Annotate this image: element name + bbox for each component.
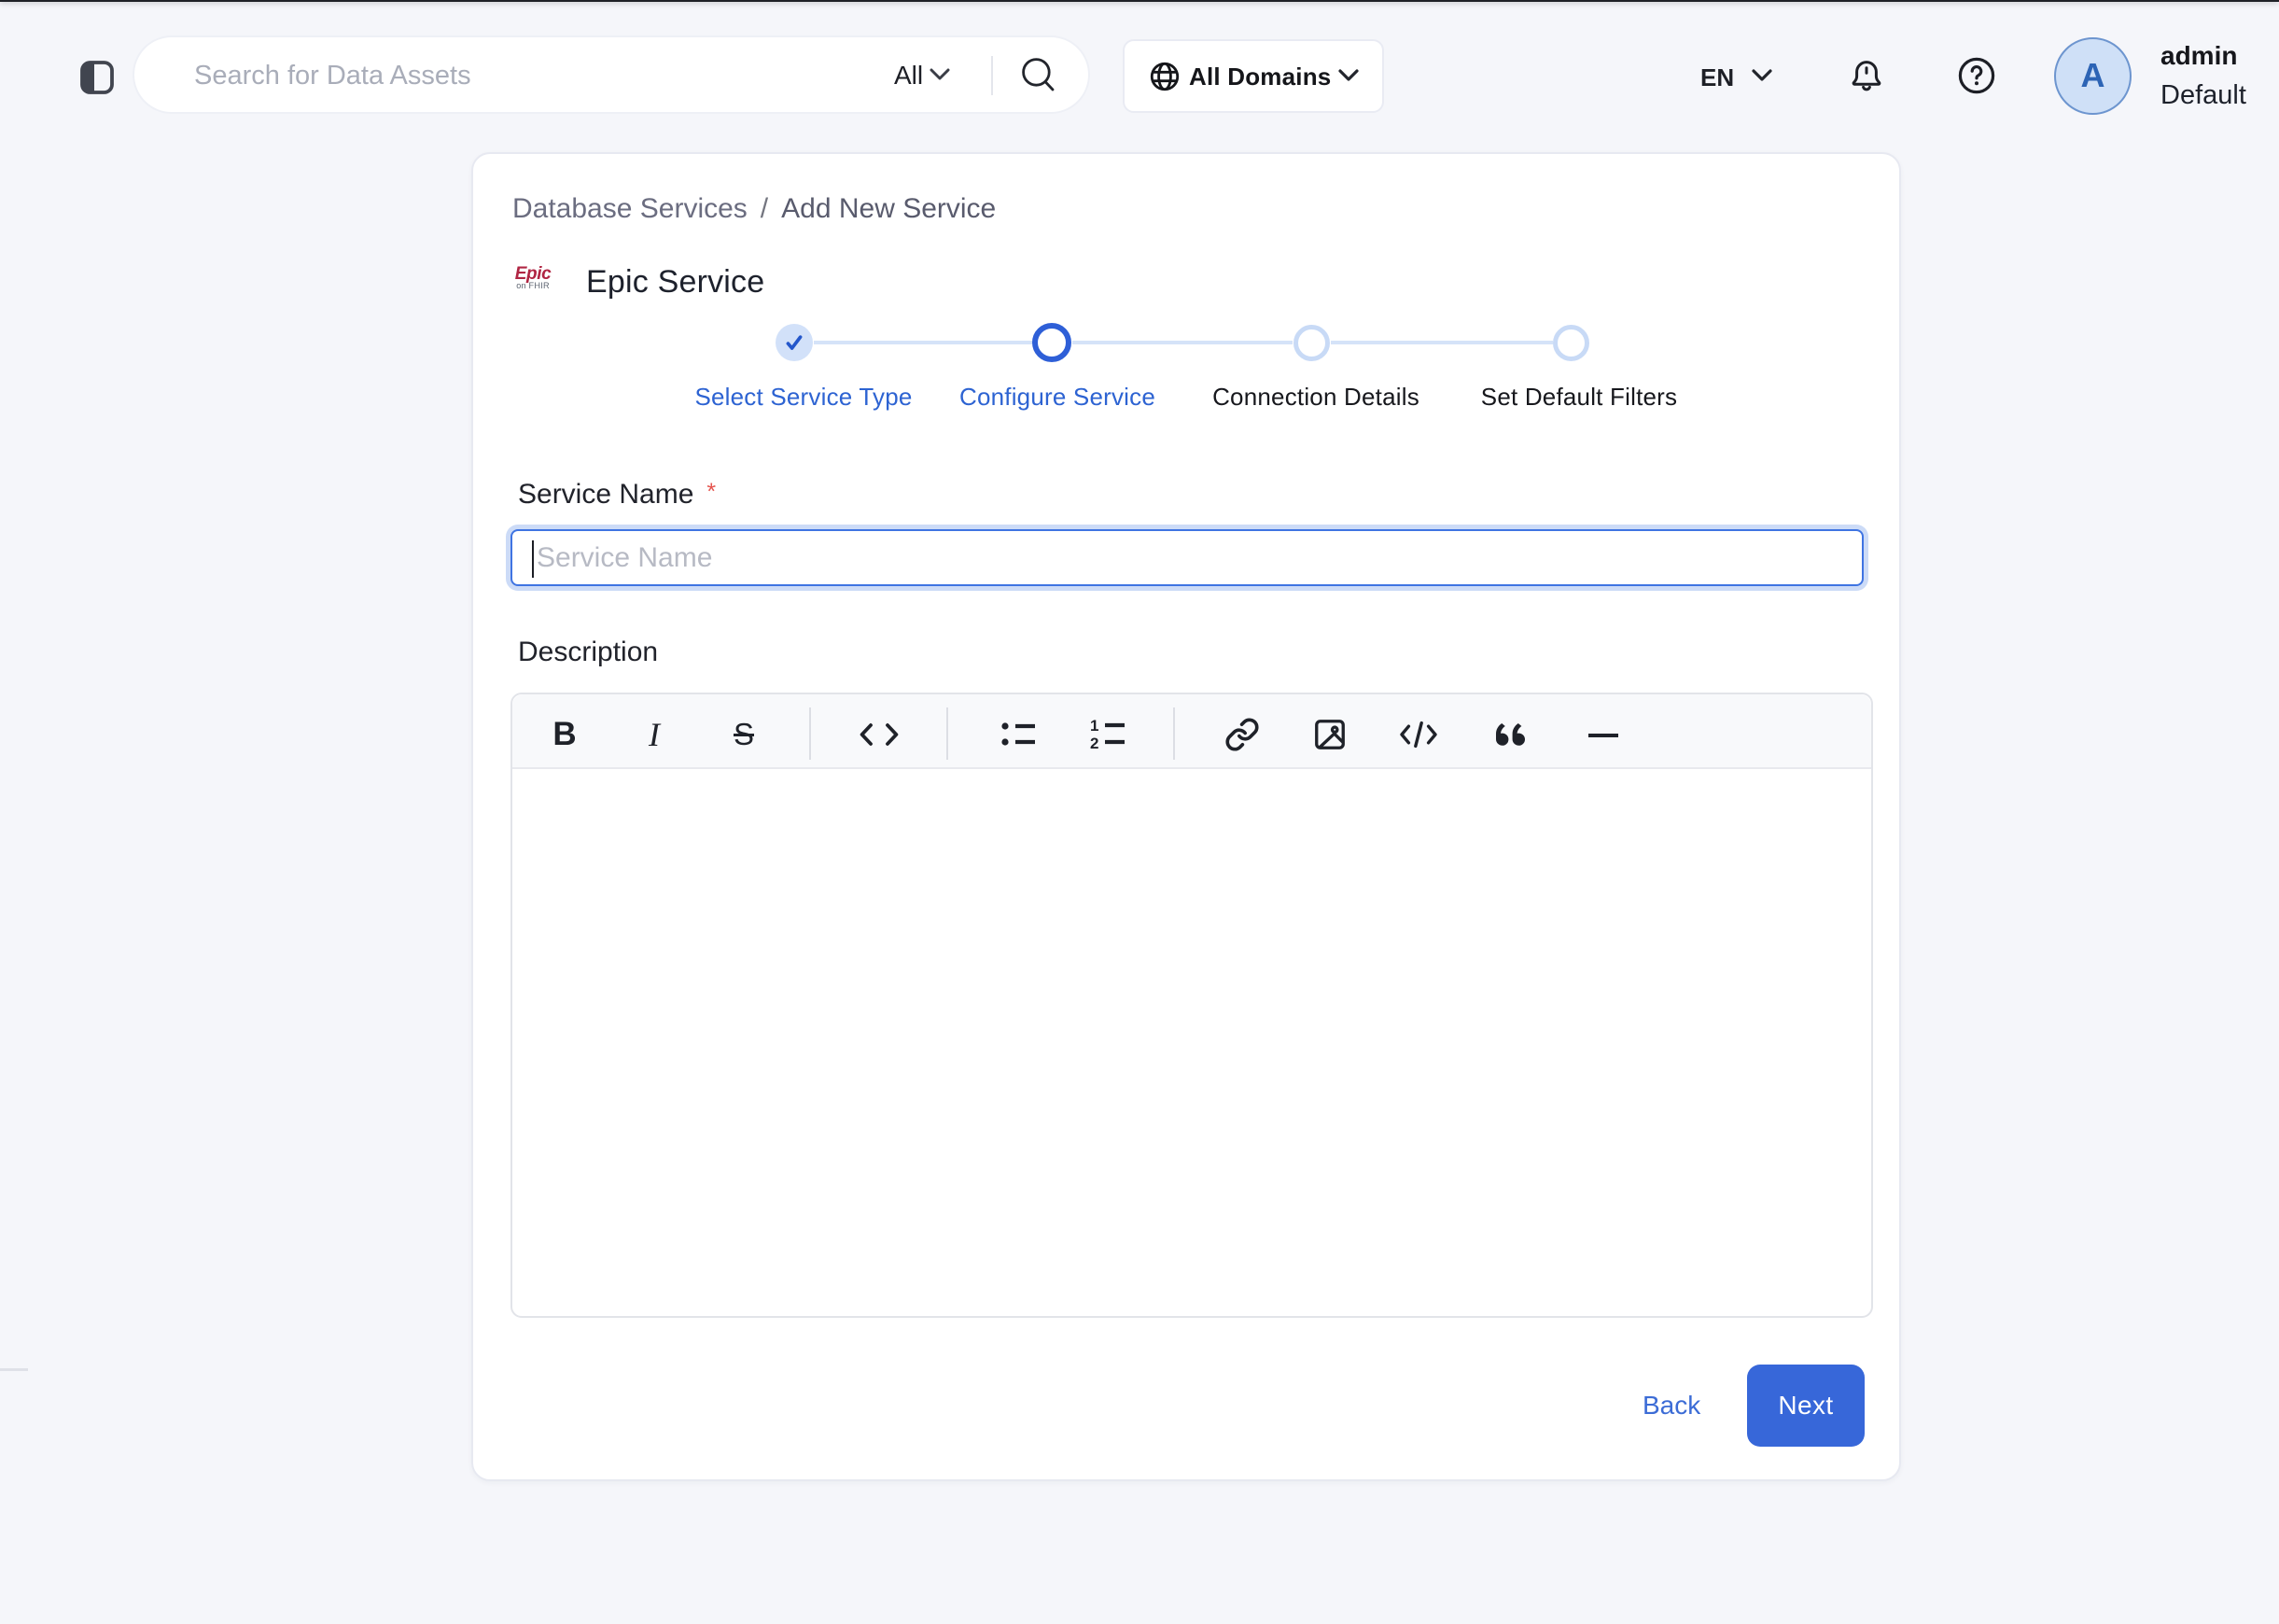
svg-text:2: 2 xyxy=(1090,735,1098,752)
svg-text:1: 1 xyxy=(1090,717,1098,735)
